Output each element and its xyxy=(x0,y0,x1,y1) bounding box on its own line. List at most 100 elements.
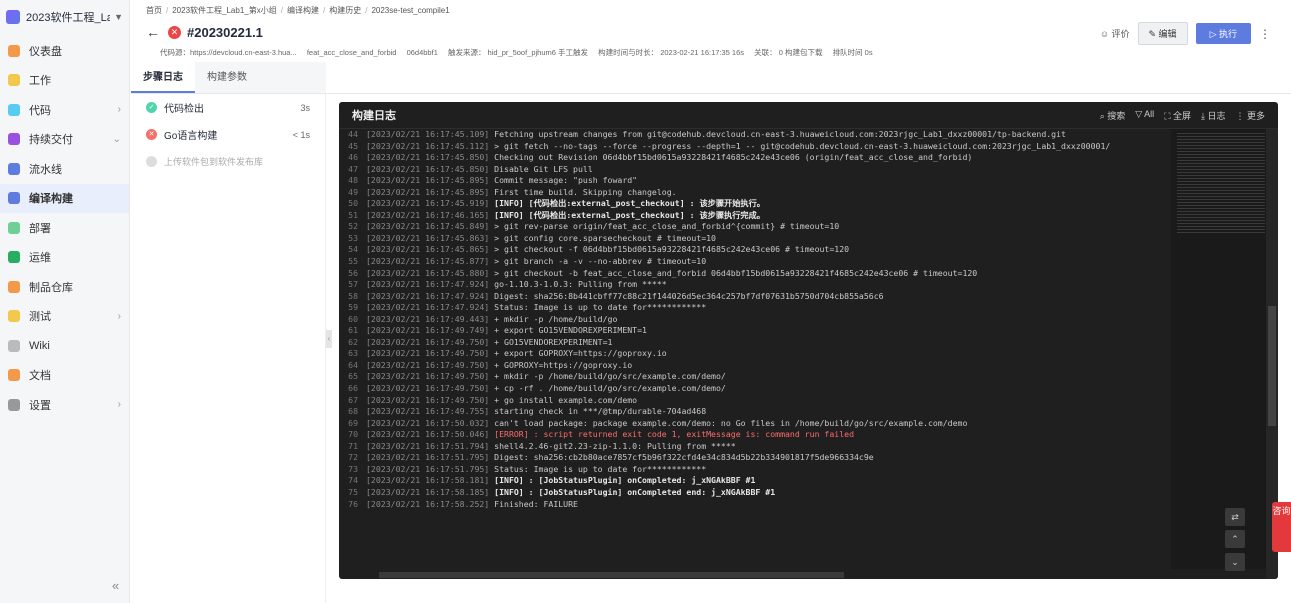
log-line-number: 47 xyxy=(348,163,358,174)
tab-build-params[interactable]: 构建参数 xyxy=(195,62,259,93)
log-download-button[interactable]: ⤓ 日志 xyxy=(1201,109,1225,122)
step-item[interactable]: ✕ Go语言构建 < 1s xyxy=(131,121,325,148)
log-timestamp: [2023/02/21 16:17:45.865] xyxy=(366,244,490,255)
step-duration: < 1s xyxy=(292,129,310,140)
edit-button[interactable]: ✎ 编辑 xyxy=(1137,22,1188,45)
more-icon[interactable]: ⋮ xyxy=(1259,27,1271,41)
log-message: [ERROR] : script returned exit code 1, e… xyxy=(489,429,855,440)
log-line: 49 [2023/02/21 16:17:45.895] First time b… xyxy=(339,187,1169,199)
sidebar-item[interactable]: 运维 xyxy=(0,243,129,273)
step-item[interactable]: 上传软件包到软件发布库 xyxy=(131,148,325,175)
sidebar-item-label: 仪表盘 xyxy=(29,45,62,58)
sidebar-item[interactable]: 制品仓库 xyxy=(0,272,129,302)
scroll-top-icon[interactable]: ⌃ xyxy=(1225,530,1245,548)
meta-branch[interactable]: feat_acc_close_and_forbid xyxy=(307,48,397,57)
log-line-text: [2023/02/21 16:17:49.750] + GO15VENDOREX… xyxy=(366,337,612,349)
sidebar-item[interactable]: 测试 › xyxy=(0,302,129,332)
log-line: 47 [2023/02/21 16:17:45.850] Disable Git … xyxy=(339,164,1169,176)
log-message: + go install example.com/demo xyxy=(489,394,638,405)
log-line-text: [2023/02/21 16:17:49.750] + go install e… xyxy=(366,395,637,407)
breadcrumb-separator: / xyxy=(166,6,169,15)
log-message: Status: Image is up to date for*********… xyxy=(489,302,707,313)
tab-bar: 步骤日志 构建参数 xyxy=(131,62,1291,94)
collapse-sidebar-icon[interactable]: « xyxy=(112,578,119,593)
log-line: 74 [2023/02/21 16:17:58.181] [INFO] : [Jo… xyxy=(339,475,1169,487)
log-line: 70 [2023/02/21 16:17:50.046] [ERROR] : sc… xyxy=(339,429,1169,441)
breadcrumb-item[interactable]: 首页 xyxy=(146,6,162,15)
log-line-number: 67 xyxy=(348,394,358,405)
sidebar-item[interactable]: 工作 xyxy=(0,66,129,96)
sidebar-item-label: 部署 xyxy=(29,222,51,235)
log-title: 构建日志 xyxy=(352,110,396,122)
sidebar-item[interactable]: Wiki xyxy=(0,331,129,361)
log-message: + GOPROXY=https://goproxy.io xyxy=(489,359,633,370)
log-line-text: [2023/02/21 16:17:45.849] > git rev-pars… xyxy=(366,221,839,233)
log-line-number: 54 xyxy=(348,244,358,255)
scroll-bottom-icon[interactable]: ⌄ xyxy=(1225,553,1245,571)
log-line-text: [2023/02/21 16:17:45.850] Disable Git LF… xyxy=(366,164,593,176)
sidebar-item[interactable]: 仪表盘 xyxy=(0,36,129,66)
log-filter-button[interactable]: ▽ All xyxy=(1135,109,1154,122)
meta-commit[interactable]: 06d4bbf1 xyxy=(407,48,438,57)
log-line-text: [2023/02/21 16:17:58.181] [INFO] : [JobS… xyxy=(366,475,755,487)
log-timestamp: [2023/02/21 16:17:45.863] xyxy=(366,232,490,243)
log-line-number: 65 xyxy=(348,371,358,382)
consult-button[interactable]: 咨询 xyxy=(1272,502,1291,552)
project-switcher[interactable]: 2023软件工程_Lab... ▼ xyxy=(0,0,129,34)
log-line-number: 48 xyxy=(348,175,358,186)
step-item[interactable]: ✓ 代码检出 3s xyxy=(131,94,325,121)
breadcrumb-item[interactable]: 编译构建 xyxy=(287,6,319,15)
sidebar-item-icon xyxy=(8,369,20,382)
meta-repo[interactable]: 代码源：https://devcloud.cn-east-3.hua... xyxy=(160,48,297,57)
log-search-button[interactable]: ⌕ 搜索 xyxy=(1100,109,1126,122)
sidebar-item[interactable]: 代码 › xyxy=(0,95,129,125)
log-minimap[interactable] xyxy=(1171,129,1266,569)
log-line: 58 [2023/02/21 16:17:47.924] Digest: sha2… xyxy=(339,291,1169,303)
sidebar-item[interactable]: 持续交付 ⌄ xyxy=(0,125,129,155)
sidebar-item[interactable]: 流水线 xyxy=(0,154,129,184)
log-line-text: [2023/02/21 16:17:49.750] + export GOPRO… xyxy=(366,348,667,360)
breadcrumb-item[interactable]: 2023软件工程_Lab1_第x小组 xyxy=(172,6,277,15)
log-line: 52 [2023/02/21 16:17:45.849] > git rev-pa… xyxy=(339,221,1169,233)
log-line: 53 [2023/02/21 16:17:45.863] > git config… xyxy=(339,233,1169,245)
meta-related[interactable]: 关联： 0 构建包下载 xyxy=(754,48,822,57)
log-timestamp: [2023/02/21 16:17:45.877] xyxy=(366,256,490,267)
log-horizontal-scrollbar[interactable] xyxy=(379,572,844,578)
log-more-button[interactable]: ⋮ 更多 xyxy=(1235,109,1265,122)
sidebar-item-label: 制品仓库 xyxy=(29,281,73,294)
project-name: 2023软件工程_Lab... xyxy=(26,12,111,24)
log-line-number: 60 xyxy=(348,313,358,324)
sidebar-item[interactable]: 设置 › xyxy=(0,390,129,420)
breadcrumb-item[interactable]: 2023se-test_compile1 xyxy=(371,6,449,15)
tab-step-log[interactable]: 步骤日志 xyxy=(131,62,195,93)
log-message: > git checkout -f 06d4bbf15bd0615a932284… xyxy=(489,244,850,255)
breadcrumb-item[interactable]: 构建历史 xyxy=(329,6,361,15)
log-line-text: [2023/02/21 16:17:45.112] > git fetch --… xyxy=(366,141,1110,153)
log-timestamp: [2023/02/21 16:17:45.850] xyxy=(366,163,490,174)
log-timestamp: [2023/02/21 16:17:45.895] xyxy=(366,186,490,197)
log-line-text: [2023/02/21 16:17:45.863] > git config c… xyxy=(366,233,716,245)
log-timestamp: [2023/02/21 16:17:45.849] xyxy=(366,221,490,232)
log-line-text: [2023/02/21 16:17:58.252] Finished: FAIL… xyxy=(366,499,578,511)
run-button[interactable]: ▷ 执行 xyxy=(1195,23,1251,44)
log-line-text: [2023/02/21 16:17:50.046] [ERROR] : scri… xyxy=(366,429,854,441)
wrap-toggle-icon[interactable]: ⇄ xyxy=(1225,508,1245,526)
chevron-icon: › xyxy=(117,399,121,411)
breadcrumb-separator: / xyxy=(365,6,368,15)
sidebar-item[interactable]: 文档 xyxy=(0,361,129,391)
sidebar-item-icon xyxy=(8,74,20,87)
log-timestamp: [2023/02/21 16:17:49.755] xyxy=(366,406,490,417)
build-title-bar: ← ✕ #20230221.1 xyxy=(146,24,263,40)
resize-handle[interactable]: ‹ xyxy=(326,330,332,348)
rate-button[interactable]: ☺ 评价 xyxy=(1100,27,1130,40)
log-line-number: 59 xyxy=(348,302,358,313)
log-fullscreen-button[interactable]: ⛶ 全屏 xyxy=(1164,109,1191,122)
sidebar-item[interactable]: 部署 xyxy=(0,213,129,243)
log-timestamp: [2023/02/21 16:17:49.750] xyxy=(366,383,490,394)
back-arrow-icon[interactable]: ← xyxy=(146,24,160,40)
sidebar-item[interactable]: 编译构建 xyxy=(0,183,129,213)
log-line-text: [2023/02/21 16:17:45.919] [INFO] [代码检出:e… xyxy=(366,198,765,210)
log-message: can't load package: package example.com/… xyxy=(489,417,968,428)
log-timestamp: [2023/02/21 16:17:45.109] xyxy=(366,129,490,139)
log-line-number: 71 xyxy=(348,440,358,451)
